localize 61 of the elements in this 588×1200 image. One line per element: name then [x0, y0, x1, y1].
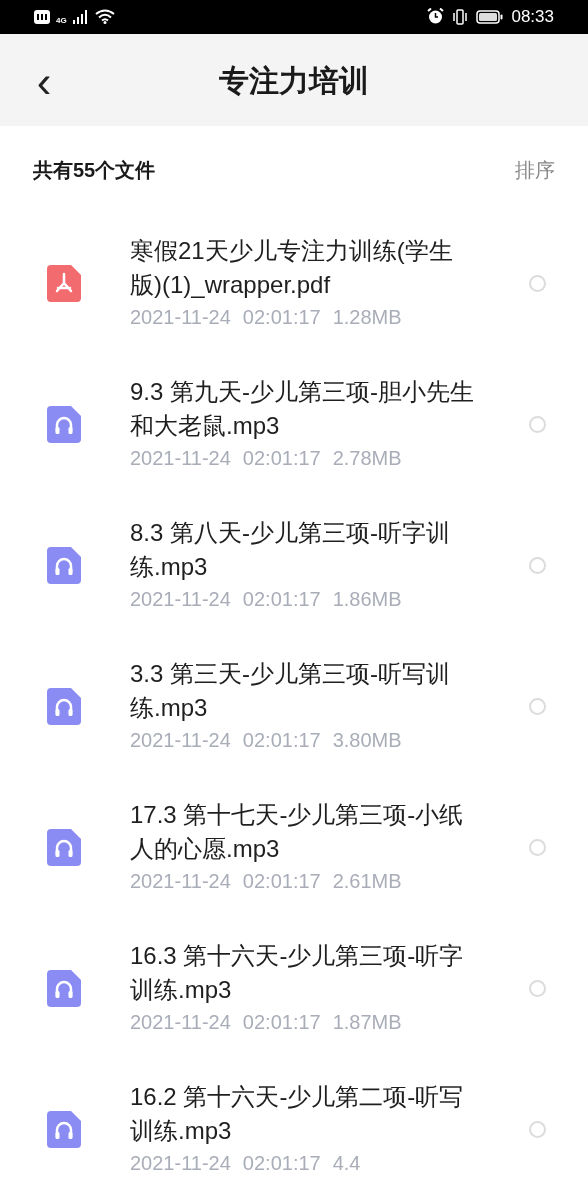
file-row[interactable]: 17.3 第十七天-少儿第三项-小纸人的心愿.mp3 2021-11-24 02:01:17 2.61MB — [0, 777, 588, 918]
file-name: 8.3 第八天-少儿第三项-听字训练.mp3 — [130, 518, 451, 583]
file-name: 16.3 第十六天-少儿第三项-听字训练.mp3 — [130, 941, 465, 1006]
file-date: 2021-11-24 — [130, 1151, 231, 1177]
select-radio[interactable] — [529, 839, 546, 856]
page-title: 专注力培训 — [219, 62, 369, 99]
audio-file-icon — [47, 1111, 81, 1148]
file-name: 17.3 第十七天-少儿第三项-小纸人的心愿.mp3 — [130, 800, 465, 865]
select-radio[interactable] — [529, 980, 546, 997]
audio-file-icon — [47, 970, 81, 1007]
file-size: 2.61MB — [332, 869, 402, 895]
file-name: 9.3 第九天-少儿第三项-胆小先生和大老鼠.mp3 — [130, 377, 475, 442]
file-time: 02:01:17 — [242, 728, 321, 754]
file-size: 2.78MB — [332, 446, 402, 472]
select-radio[interactable] — [529, 1121, 546, 1138]
file-row[interactable]: 16.2 第十六天-少儿第二项-听写训练.mp3 2021-11-24 02:01:17 4.4 — [0, 1059, 588, 1200]
network-type: 4G — [56, 16, 67, 25]
select-radio[interactable] — [529, 416, 546, 433]
select-radio[interactable] — [529, 275, 546, 292]
file-date: 2021-11-24 — [130, 728, 231, 754]
file-size: 1.28MB — [332, 305, 402, 331]
file-count: 共有55个文件 — [33, 157, 156, 183]
file-row[interactable]: 8.3 第八天-少儿第三项-听字训练.mp3 2021-11-24 02:01:17 1.86MB — [0, 495, 588, 636]
vibrate-icon — [452, 8, 469, 25]
file-name: 3.3 第三天-少儿第三项-听写训练.mp3 — [130, 659, 451, 724]
file-row[interactable]: 寒假21天少儿专注力训练(学生版)(1)_wrapper.pdf 2021-11-24 02:01:17 1.28MB — [0, 213, 588, 354]
file-time: 02:01:17 — [242, 587, 321, 613]
back-button[interactable]: ‹ — [30, 57, 58, 106]
file-time: 02:01:17 — [242, 869, 321, 895]
hd-icon — [34, 9, 50, 24]
file-size: 1.87MB — [332, 1010, 402, 1036]
wifi-icon — [94, 9, 115, 25]
alarm-icon — [427, 8, 445, 26]
file-date: 2021-11-24 — [130, 869, 231, 895]
file-date: 2021-11-24 — [130, 1010, 231, 1036]
file-size: 1.86MB — [332, 587, 402, 613]
audio-file-icon — [47, 688, 81, 725]
file-time: 02:01:17 — [242, 305, 321, 331]
audio-file-icon — [47, 406, 81, 443]
sort-button[interactable]: 排序 — [515, 154, 555, 185]
file-date: 2021-11-24 — [130, 587, 231, 613]
clock: 08:33 — [511, 8, 554, 26]
audio-file-icon — [47, 829, 81, 866]
signal-icon — [72, 9, 89, 24]
file-name: 寒假21天少儿专注力训练(学生版)(1)_wrapper.pdf — [130, 236, 454, 301]
file-size: 4.4 — [332, 1151, 361, 1177]
file-row[interactable]: 3.3 第三天-少儿第三项-听写训练.mp3 2021-11-24 02:01:17 3.80MB — [0, 636, 588, 777]
select-radio[interactable] — [529, 557, 546, 574]
battery-icon — [476, 9, 504, 24]
file-row[interactable]: 9.3 第九天-少儿第三项-胆小先生和大老鼠.mp3 2021-11-24 02:01:17 2.78MB — [0, 354, 588, 495]
file-date: 2021-11-24 — [130, 446, 231, 472]
pdf-file-icon — [47, 265, 81, 302]
audio-file-icon — [47, 547, 81, 584]
file-time: 02:01:17 — [242, 1151, 321, 1177]
file-date: 2021-11-24 — [130, 305, 231, 331]
file-time: 02:01:17 — [242, 1010, 321, 1036]
file-time: 02:01:17 — [242, 446, 321, 472]
file-name: 16.2 第十六天-少儿第二项-听写训练.mp3 — [130, 1082, 465, 1147]
select-radio[interactable] — [529, 698, 546, 715]
file-row[interactable]: 16.3 第十六天-少儿第三项-听字训练.mp3 2021-11-24 02:01:17 1.87MB — [0, 918, 588, 1059]
file-size: 3.80MB — [332, 728, 402, 754]
